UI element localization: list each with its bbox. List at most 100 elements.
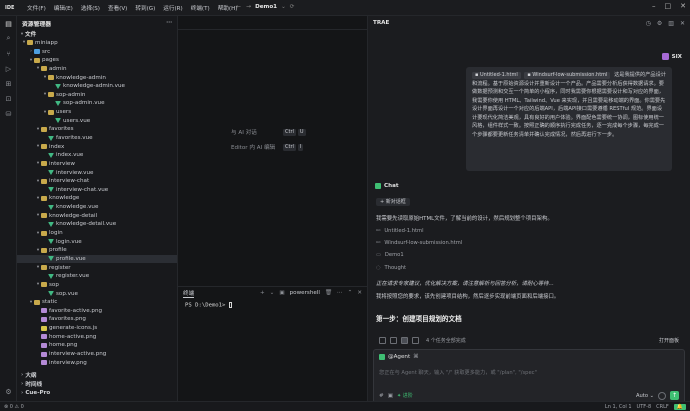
checkbox-icon[interactable] <box>390 337 397 344</box>
menu-item[interactable]: 运行(R) <box>159 4 186 12</box>
terminal-output[interactable]: PS D:\Demo1> <box>178 299 367 312</box>
maximize-panel-icon[interactable]: ⌃ <box>348 290 353 296</box>
terminal-shell-name[interactable]: powershell <box>290 290 320 296</box>
tree-folder[interactable]: ▾ sop-admin <box>17 90 177 99</box>
file-chip[interactable]: ▪ Windsurf-low-submission.html <box>524 72 611 79</box>
checkbox-icon[interactable] <box>412 337 419 344</box>
checkbox-icon[interactable] <box>379 337 386 344</box>
agent-selector[interactable]: @Agent ⌘ <box>379 354 419 360</box>
tree-folder[interactable]: ▾ users <box>17 108 177 117</box>
line-ending[interactable]: CRLF <box>656 404 669 410</box>
tree-file[interactable]: home.png <box>17 341 177 350</box>
mode-badge[interactable]: ✦ 进阶 <box>397 392 413 399</box>
tree-file[interactable]: interview.vue <box>17 168 177 177</box>
tree-file[interactable]: knowledge-admin.vue <box>17 82 177 91</box>
explorer-icon[interactable]: ▤ <box>0 16 17 31</box>
close-panel-icon[interactable]: ✕ <box>357 290 362 296</box>
thought-toggle[interactable]: ◌ Thought <box>376 265 406 271</box>
tree-file[interactable]: generate-icons.js <box>17 324 177 333</box>
tree-file[interactable]: favorite-active.png <box>17 307 177 316</box>
agent-options-icon[interactable]: ⌘ <box>413 354 419 360</box>
tree-folder[interactable]: ▾ miniapp <box>17 39 177 48</box>
close-icon[interactable]: ✕ <box>680 20 685 27</box>
tree-folder[interactable]: ▾ knowledge <box>17 194 177 203</box>
tree-file[interactable]: login.vue <box>17 237 177 246</box>
tree-file[interactable]: interview-chat.vue <box>17 186 177 195</box>
new-conversation-button[interactable]: + 新对话框 <box>376 198 410 206</box>
tree-folder[interactable]: ▾ favorites <box>17 125 177 134</box>
mic-icon[interactable] <box>658 391 666 400</box>
back-arrow-icon[interactable]: ← <box>236 3 241 10</box>
tree-folder[interactable]: ▾ knowledge-detail <box>17 211 177 220</box>
minimize-icon[interactable]: – <box>652 2 656 10</box>
image-icon[interactable]: ▣ <box>388 393 393 399</box>
tree-folder[interactable]: ▾ register <box>17 263 177 272</box>
more-actions-icon[interactable]: ⋯ <box>337 290 343 296</box>
section-outline[interactable]: › 大纲 <box>17 371 178 380</box>
cursor-position[interactable]: Ln 1, Col 1 <box>605 404 632 410</box>
menu-item[interactable]: 终端(T) <box>187 4 214 12</box>
tree-file[interactable]: profile.vue <box>17 254 177 264</box>
menu-item[interactable]: 编辑(E) <box>50 4 77 12</box>
encoding[interactable]: UTF-8 <box>637 404 652 410</box>
menu-item[interactable]: 查看(V) <box>104 4 131 12</box>
source-control-icon[interactable]: ⑂ <box>0 46 17 61</box>
tree-file[interactable]: knowledge-detail.vue <box>17 220 177 229</box>
tree-file[interactable]: interview-active.png <box>17 350 177 359</box>
tree-folder[interactable]: ▾ static <box>17 298 177 307</box>
tree-folder[interactable]: ▾ sop <box>17 281 177 290</box>
reference-item[interactable]: ⚯ Windsurf-low-submission.html <box>376 240 462 246</box>
tree-file[interactable]: favorites.png <box>17 315 177 324</box>
chat-input-placeholder[interactable]: 您正在与 Agent 聊天，输入 "/" 获取更多能力，或 "/plan", "… <box>379 369 537 376</box>
tree-file[interactable]: sop-admin.vue <box>17 99 177 108</box>
tree-folder[interactable]: ▾ profile <box>17 246 177 255</box>
tree-file[interactable]: home-active.png <box>17 332 177 341</box>
trash-icon[interactable]: 🗑 <box>325 290 332 296</box>
remote-icon[interactable]: ⊡ <box>0 91 17 106</box>
tree-folder[interactable]: ▾ knowledge-admin <box>17 73 177 82</box>
run-debug-icon[interactable]: ▷ <box>0 61 17 76</box>
tree-folder[interactable]: › src <box>17 47 177 56</box>
model-select[interactable]: Auto ⌄ <box>636 393 654 399</box>
nav-arrows[interactable]: ← → <box>236 3 251 10</box>
editor-area[interactable]: 与 AI 对话 Ctrl U Editor 内 AI 编辑 Ctrl I <box>178 16 368 286</box>
tree-folder[interactable]: ▾ interview-chat <box>17 177 177 186</box>
extensions-icon[interactable]: ⊞ <box>0 76 17 91</box>
menu-item[interactable]: 转到(G) <box>131 4 159 12</box>
chevron-down-icon[interactable]: ⌄ <box>281 4 286 10</box>
more-actions-icon[interactable]: ⋯ <box>166 20 172 26</box>
close-icon[interactable]: ✕ <box>680 2 686 10</box>
checkbox-icon[interactable] <box>401 337 408 344</box>
forward-arrow-icon[interactable]: → <box>246 3 251 10</box>
settings-gear-icon[interactable]: ⚙ <box>0 384 17 399</box>
chat-input-box[interactable]: @Agent ⌘ 您正在与 Agent 聊天，输入 "/" 获取更多能力，或 "… <box>373 349 685 405</box>
menu-item[interactable]: 文件(F) <box>23 4 50 12</box>
problems-indicator[interactable]: ⊗ 0 ⚠ 0 <box>4 404 24 410</box>
notification-bell-icon[interactable]: 🔔 <box>673 403 686 410</box>
tree-folder[interactable]: ▾ index <box>17 142 177 151</box>
section-timeline[interactable]: › 时间线 <box>17 380 178 389</box>
tree-folder[interactable]: ▾ admin <box>17 65 177 74</box>
tree-folder[interactable]: ▾ interview <box>17 160 177 169</box>
history-icon[interactable]: ◷ <box>646 20 651 27</box>
maximize-icon[interactable]: □ <box>665 2 672 10</box>
tree-folder[interactable]: ▾ pages <box>17 56 177 65</box>
search-icon[interactable]: ⌕ <box>0 31 17 46</box>
tree-folder[interactable]: ▾ login <box>17 229 177 238</box>
open-panel-button[interactable]: 打开面板 <box>659 337 679 344</box>
tree-file[interactable]: knowledge.vue <box>17 203 177 212</box>
add-context-icon[interactable]: # <box>379 393 384 399</box>
terminal-tab[interactable]: 终端 <box>183 289 195 298</box>
project-name[interactable]: Demo1 <box>255 4 277 10</box>
chevron-down-icon[interactable]: ⌄ <box>270 290 275 296</box>
tree-file[interactable]: interview.png <box>17 358 177 367</box>
reference-item[interactable]: ⚯ Untitled-1.html <box>376 228 424 234</box>
settings-gear-icon[interactable]: ⚙ <box>657 20 662 27</box>
file-chip[interactable]: ▪ Untitled-1.html <box>472 72 521 79</box>
sync-icon[interactable]: ⟳ <box>290 4 295 10</box>
tree-file[interactable]: register.vue <box>17 272 177 281</box>
database-icon[interactable]: ⛁ <box>0 106 17 121</box>
reference-item[interactable]: ▭ Demo1 <box>376 252 404 258</box>
tree-file[interactable]: index.vue <box>17 151 177 160</box>
section-cue-pro[interactable]: › Cue-Pro <box>17 389 178 398</box>
